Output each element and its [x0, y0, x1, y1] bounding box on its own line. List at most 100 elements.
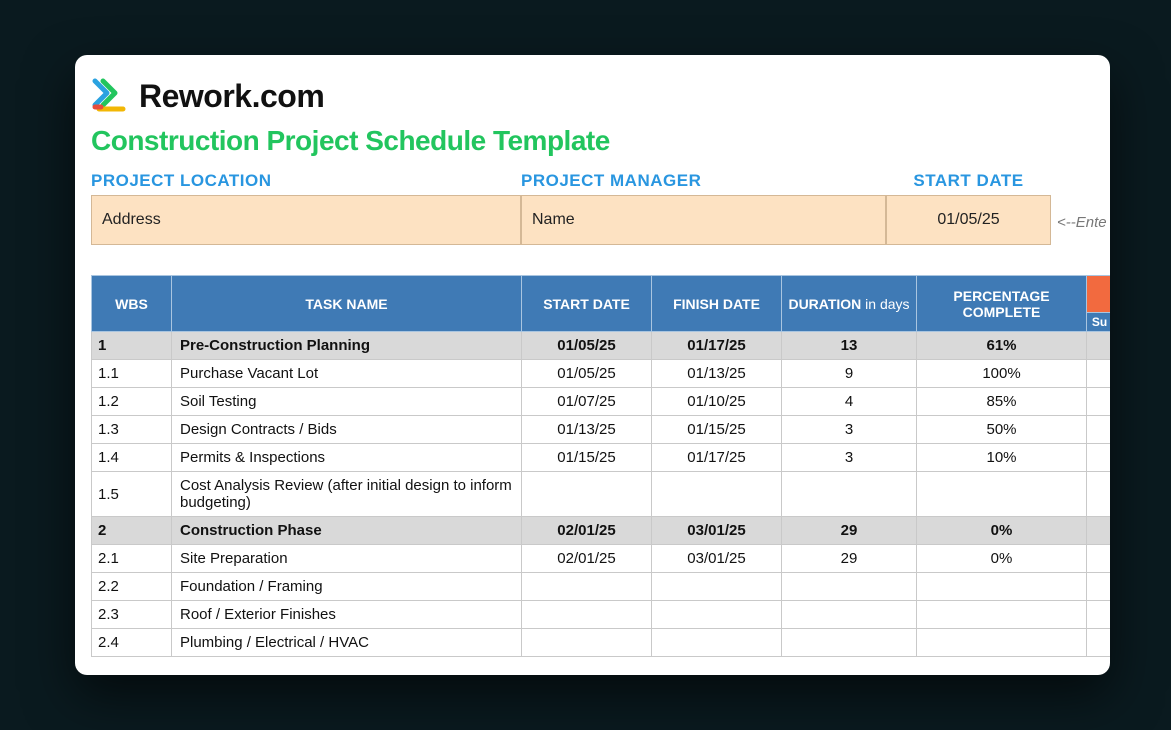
table-cell[interactable]: 29: [782, 545, 917, 573]
table-cell[interactable]: 01/05/25: [522, 332, 652, 360]
table-cell[interactable]: [782, 573, 917, 601]
table-cell[interactable]: [917, 472, 1087, 517]
gantt-cell[interactable]: [1087, 416, 1111, 444]
gantt-cell[interactable]: [1087, 545, 1111, 573]
table-cell[interactable]: 29: [782, 517, 917, 545]
table-cell[interactable]: [652, 601, 782, 629]
table-cell[interactable]: 01/13/25: [522, 416, 652, 444]
table-cell[interactable]: 01/10/25: [652, 388, 782, 416]
table-cell[interactable]: 01/17/25: [652, 332, 782, 360]
table-cell[interactable]: Cost Analysis Review (after initial desi…: [172, 472, 522, 517]
gantt-cell[interactable]: [1087, 332, 1111, 360]
table-cell[interactable]: 85%: [917, 388, 1087, 416]
table-cell[interactable]: Soil Testing: [172, 388, 522, 416]
template-card: Rework.com Construction Project Schedule…: [75, 55, 1110, 675]
gantt-cell[interactable]: [1087, 360, 1111, 388]
gantt-cell[interactable]: [1087, 444, 1111, 472]
table-cell[interactable]: Pre-Construction Planning: [172, 332, 522, 360]
location-input[interactable]: Address: [91, 195, 521, 245]
table-cell[interactable]: [522, 472, 652, 517]
table-cell[interactable]: 2.1: [92, 545, 172, 573]
table-cell[interactable]: Foundation / Framing: [172, 573, 522, 601]
table-cell[interactable]: 2.4: [92, 629, 172, 657]
table-cell[interactable]: [522, 629, 652, 657]
col-day-su: Su: [1087, 313, 1111, 332]
startdate-input[interactable]: 01/05/25: [886, 195, 1051, 245]
col-duration-sub: in days: [861, 296, 909, 312]
table-cell[interactable]: [652, 573, 782, 601]
table-cell[interactable]: [917, 573, 1087, 601]
table-cell[interactable]: 2: [92, 517, 172, 545]
table-row: 1.2Soil Testing01/07/2501/10/25485%: [92, 388, 1111, 416]
table-cell[interactable]: [782, 472, 917, 517]
gantt-cell[interactable]: [1087, 388, 1111, 416]
gantt-cell[interactable]: [1087, 472, 1111, 517]
gantt-cell[interactable]: [1087, 517, 1111, 545]
table-cell[interactable]: 1.1: [92, 360, 172, 388]
table-cell[interactable]: Design Contracts / Bids: [172, 416, 522, 444]
table-cell[interactable]: [917, 601, 1087, 629]
project-info: PROJECT LOCATION Address PROJECT MANAGER…: [91, 171, 1110, 247]
table-cell[interactable]: 13: [782, 332, 917, 360]
table-cell[interactable]: 2.3: [92, 601, 172, 629]
manager-label: PROJECT MANAGER: [521, 171, 886, 195]
table-cell[interactable]: 1: [92, 332, 172, 360]
table-cell[interactable]: 02/01/25: [522, 545, 652, 573]
table-cell[interactable]: 0%: [917, 517, 1087, 545]
table-cell[interactable]: Purchase Vacant Lot: [172, 360, 522, 388]
table-row: 1.4Permits & Inspections01/15/2501/17/25…: [92, 444, 1111, 472]
table-cell[interactable]: [652, 629, 782, 657]
gantt-cell[interactable]: [1087, 573, 1111, 601]
table-row: 2Construction Phase02/01/2503/01/25290%: [92, 517, 1111, 545]
table-cell[interactable]: 01/17/25: [652, 444, 782, 472]
col-duration: DURATION in days: [782, 276, 917, 332]
info-location: PROJECT LOCATION Address: [91, 171, 521, 245]
col-finish-text: FINISH DATE: [673, 296, 760, 312]
table-cell[interactable]: 100%: [917, 360, 1087, 388]
gantt-header-group: [1087, 276, 1111, 313]
table-cell[interactable]: Plumbing / Electrical / HVAC: [172, 629, 522, 657]
startdate-hint: <--Ente: [1051, 197, 1110, 247]
table-cell[interactable]: 10%: [917, 444, 1087, 472]
table-cell[interactable]: 9: [782, 360, 917, 388]
table-cell[interactable]: 02/01/25: [522, 517, 652, 545]
gantt-cell[interactable]: [1087, 601, 1111, 629]
table-cell[interactable]: 0%: [917, 545, 1087, 573]
table-row: 1.3Design Contracts / Bids01/13/2501/15/…: [92, 416, 1111, 444]
info-startdate: START DATE 01/05/25: [886, 171, 1051, 245]
table-cell[interactable]: 2.2: [92, 573, 172, 601]
table-cell[interactable]: 1.3: [92, 416, 172, 444]
table-cell[interactable]: 1.4: [92, 444, 172, 472]
table-cell[interactable]: [652, 472, 782, 517]
table-cell[interactable]: 1.5: [92, 472, 172, 517]
table-row: 2.1Site Preparation02/01/2503/01/25290%: [92, 545, 1111, 573]
table-cell[interactable]: 01/15/25: [522, 444, 652, 472]
table-cell[interactable]: 01/13/25: [652, 360, 782, 388]
table-cell[interactable]: Permits & Inspections: [172, 444, 522, 472]
table-cell[interactable]: Site Preparation: [172, 545, 522, 573]
table-cell[interactable]: [782, 601, 917, 629]
table-cell[interactable]: 3: [782, 444, 917, 472]
table-cell[interactable]: 01/15/25: [652, 416, 782, 444]
table-cell[interactable]: 01/05/25: [522, 360, 652, 388]
table-header: WBS TASK NAME START DATE FINISH DATE DUR…: [92, 276, 1111, 332]
table-cell[interactable]: 03/01/25: [652, 517, 782, 545]
table-cell[interactable]: Construction Phase: [172, 517, 522, 545]
table-cell[interactable]: 1.2: [92, 388, 172, 416]
table-cell[interactable]: 01/07/25: [522, 388, 652, 416]
manager-input[interactable]: Name: [521, 195, 886, 245]
gantt-cell[interactable]: [1087, 629, 1111, 657]
table-cell[interactable]: [917, 629, 1087, 657]
table-cell[interactable]: [522, 601, 652, 629]
table-cell[interactable]: 3: [782, 416, 917, 444]
table-cell[interactable]: [782, 629, 917, 657]
table-row: 1.5Cost Analysis Review (after initial d…: [92, 472, 1111, 517]
table-cell[interactable]: Roof / Exterior Finishes: [172, 601, 522, 629]
table-cell[interactable]: 03/01/25: [652, 545, 782, 573]
table-row: 2.4Plumbing / Electrical / HVAC: [92, 629, 1111, 657]
table-cell[interactable]: 50%: [917, 416, 1087, 444]
table-cell[interactable]: 4: [782, 388, 917, 416]
table-cell[interactable]: 61%: [917, 332, 1087, 360]
table-cell[interactable]: [522, 573, 652, 601]
table-row: 1.1Purchase Vacant Lot01/05/2501/13/2591…: [92, 360, 1111, 388]
